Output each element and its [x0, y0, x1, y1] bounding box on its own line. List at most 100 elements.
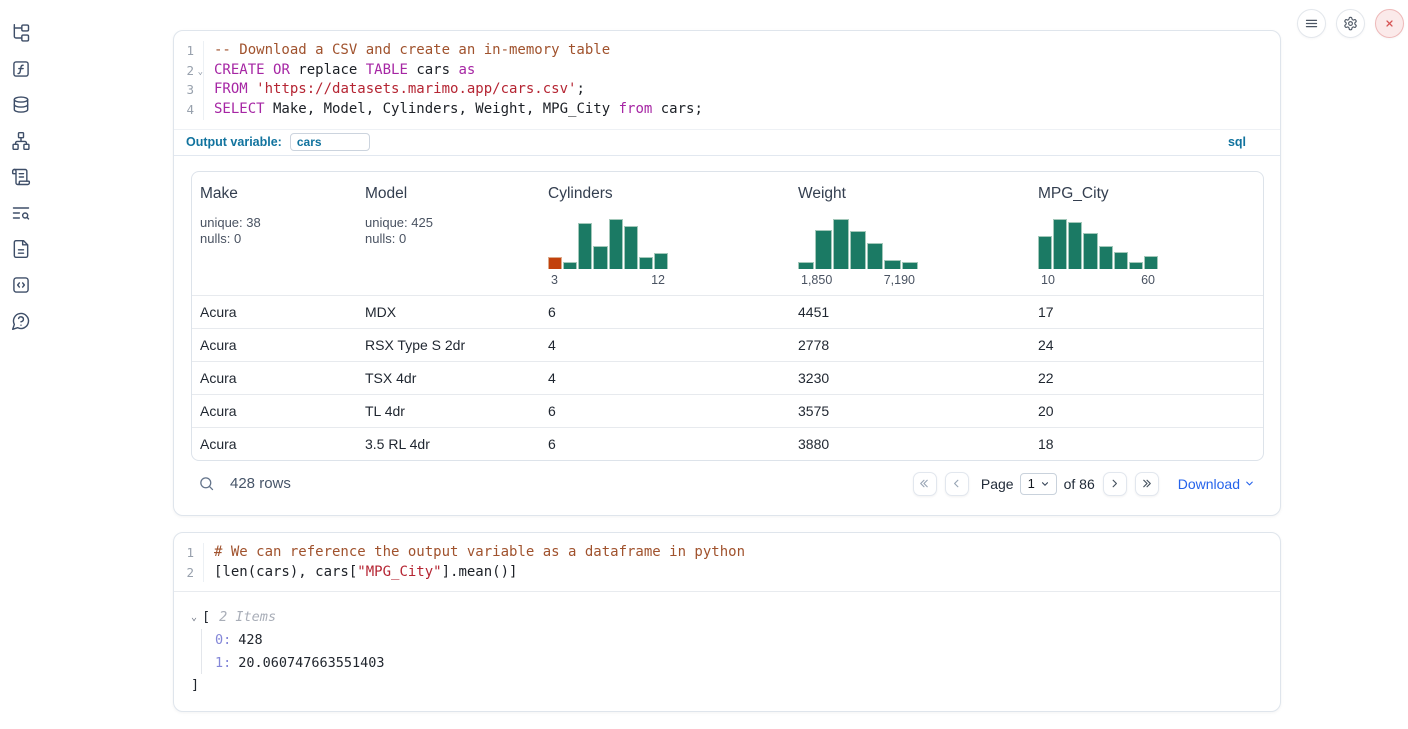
table-cell: 6: [540, 436, 790, 452]
table-cell: 20: [1030, 403, 1263, 419]
histogram-bar: [593, 246, 607, 269]
data-table: Makeunique: 38nulls: 0Modelunique: 425nu…: [191, 171, 1264, 461]
chevron-down-icon: [1040, 479, 1050, 489]
menu-icon: [1304, 16, 1319, 31]
table-cell: 6: [540, 304, 790, 320]
histogram-axis: 1,8507,190: [798, 273, 918, 287]
close-button[interactable]: [1375, 9, 1404, 38]
unique-count: unique: 425: [365, 215, 532, 232]
tree-entry-key: 1:: [215, 655, 231, 671]
code-token: cars;: [652, 101, 703, 117]
tree-entry-value: 428: [238, 632, 262, 648]
axis-min-label: 10: [1041, 273, 1055, 287]
histogram-bar: [578, 223, 592, 269]
table-cell: TL 4dr: [357, 403, 540, 419]
sidebar: [0, 23, 42, 331]
histogram-bars: [798, 217, 918, 269]
dependency-graph-icon[interactable]: [11, 131, 31, 151]
gear-icon: [1343, 16, 1358, 31]
code-token: # We can reference the output variable a…: [214, 544, 745, 560]
cell-footer: Output variable: sql: [174, 129, 1280, 156]
line-number-gutter: 12⌄34: [174, 41, 204, 120]
table-cell: 3.5 RL 4dr: [357, 436, 540, 452]
table-row: AcuraRSX Type S 2dr4277824: [192, 328, 1263, 361]
code-token: from: [619, 101, 653, 117]
scratchpad-icon[interactable]: [11, 167, 31, 187]
output-variable-label: Output variable:: [186, 135, 282, 149]
language-badge[interactable]: sql: [1228, 135, 1246, 149]
histogram-bar: [1099, 246, 1113, 269]
table-row: Acura3.5 RL 4dr6388018: [192, 427, 1263, 460]
pagination: Page 1 of 86 Download: [905, 472, 1264, 496]
database-icon[interactable]: [11, 95, 31, 115]
code-editor[interactable]: 12⌄34 -- Download a CSV and create an in…: [174, 31, 1280, 129]
column-header-make[interactable]: Makeunique: 38nulls: 0: [192, 172, 357, 295]
output-variable-input[interactable]: [290, 133, 370, 151]
open-bracket: [: [202, 609, 210, 625]
table-footer: 428 rows Page 1 of 86: [191, 464, 1264, 504]
download-button[interactable]: Download: [1178, 476, 1255, 492]
menu-button[interactable]: [1297, 9, 1326, 38]
axis-max-label: 12: [651, 273, 665, 287]
code-line: SELECT Make, Model, Cylinders, Weight, M…: [214, 100, 703, 120]
table-cell: 18: [1030, 436, 1263, 452]
histogram-bar: [815, 230, 831, 269]
document-icon[interactable]: [11, 239, 31, 259]
code-token: 'https://datasets.marimo.app/cars.csv': [256, 81, 576, 97]
settings-button[interactable]: [1336, 9, 1365, 38]
table-cell: 4451: [790, 304, 1030, 320]
table-cell: 24: [1030, 337, 1263, 353]
first-page-button[interactable]: [913, 472, 937, 496]
code-block-icon[interactable]: [11, 275, 31, 295]
histogram-bar: [833, 219, 849, 269]
download-label: Download: [1178, 476, 1240, 492]
column-header-cylinders[interactable]: Cylinders312: [540, 172, 790, 295]
histogram-bar: [1144, 256, 1158, 269]
next-page-button[interactable]: [1103, 472, 1127, 496]
line-number: 2⌄: [174, 61, 203, 81]
file-tree-icon[interactable]: [11, 23, 31, 43]
histogram-bar: [639, 257, 653, 269]
last-page-button[interactable]: [1135, 472, 1159, 496]
help-icon[interactable]: [11, 311, 31, 331]
histogram-bar: [1083, 233, 1097, 269]
chevrons-right-icon: [1140, 477, 1153, 490]
table-cell: Acura: [192, 403, 357, 419]
line-number: 4: [174, 100, 203, 120]
table-row: AcuraTSX 4dr4323022: [192, 361, 1263, 394]
histogram-bar: [1068, 222, 1082, 269]
code-line: CREATE OR replace TABLE cars as: [214, 61, 703, 81]
tree-entries: 0:4281:20.060747663551403: [201, 629, 1280, 674]
page-count-label: of 86: [1064, 476, 1095, 492]
histogram-bar: [548, 257, 562, 269]
table-cell: 6: [540, 403, 790, 419]
column-header-mpg_city[interactable]: MPG_City1060: [1030, 172, 1263, 295]
page-select[interactable]: 1: [1020, 473, 1057, 495]
previous-page-button[interactable]: [945, 472, 969, 496]
page-label: Page: [981, 476, 1014, 492]
collapse-chevron-icon[interactable]: ⌄: [191, 612, 197, 623]
table-cell: MDX: [357, 304, 540, 320]
logs-search-icon[interactable]: [11, 203, 31, 223]
page-select-value: 1: [1028, 476, 1035, 491]
unique-count: unique: 38: [200, 215, 349, 232]
function-icon[interactable]: [11, 59, 31, 79]
close-bracket: ]: [191, 674, 1280, 696]
histogram-bar: [563, 262, 577, 269]
topbar: [1297, 9, 1404, 38]
axis-min-label: 1,850: [801, 273, 832, 287]
table-cell: 17: [1030, 304, 1263, 320]
code-token: Make, Model, Cylinders, Weight, MPG_City: [265, 101, 619, 117]
histogram-bar: [1053, 219, 1067, 269]
column-header-weight[interactable]: Weight1,8507,190: [790, 172, 1030, 295]
column-header-model[interactable]: Modelunique: 425nulls: 0: [357, 172, 540, 295]
items-count-label: 2 Items: [219, 609, 276, 625]
code-token: replace: [290, 62, 366, 78]
code-editor[interactable]: 12 # We can reference the output variabl…: [174, 533, 1280, 592]
tree-root: ⌄ [ 2 Items: [191, 606, 1280, 628]
search-icon[interactable]: [198, 475, 215, 492]
code-line: -- Download a CSV and create an in-memor…: [214, 41, 703, 61]
table-cell: Acura: [192, 436, 357, 452]
line-number-gutter: 12: [174, 543, 204, 582]
code-token: CREATE: [214, 62, 265, 78]
